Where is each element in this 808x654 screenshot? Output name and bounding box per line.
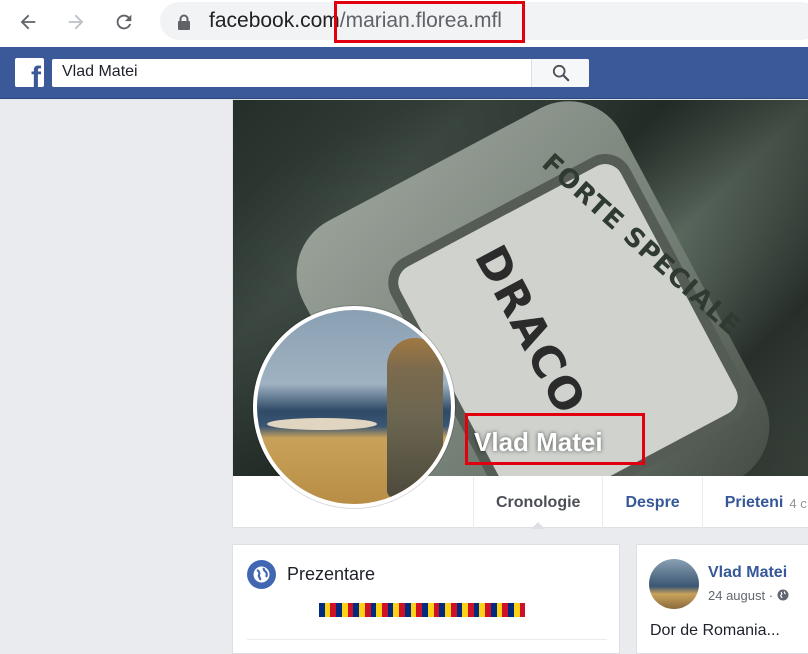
public-globe-icon — [777, 589, 789, 601]
flag-icon — [456, 603, 474, 617]
post-date-text: 24 august · — [708, 588, 777, 603]
flag-icon — [370, 603, 388, 617]
friend-count: 4 c — [789, 495, 807, 511]
profile-header: FORTE SPECIALE DRACO Vlad Matei Cronolog… — [232, 99, 808, 529]
tab-cronologie[interactable]: Cronologie — [473, 477, 602, 529]
flag-icon — [473, 603, 491, 617]
globe-glyph — [253, 566, 270, 583]
intro-title: Prezentare — [287, 564, 376, 584]
profile-name[interactable]: Vlad Matei — [474, 427, 603, 458]
url-highlight-box — [334, 1, 525, 43]
reload-icon — [116, 14, 132, 30]
post-card: Vlad Matei 24 august · Dor de Romania... — [636, 544, 808, 654]
flag-icon — [404, 603, 423, 617]
avatar-soldier — [387, 338, 443, 498]
flag-row — [319, 603, 526, 617]
flag-icon — [336, 603, 354, 617]
facebook-header: f Vlad Matei — [0, 47, 808, 99]
post-date[interactable]: 24 august · — [708, 588, 789, 603]
search-box[interactable]: Vlad Matei — [52, 59, 589, 87]
back-arrow-icon — [20, 14, 36, 30]
flag-icon — [422, 603, 440, 617]
url-domain: facebook.com — [209, 9, 340, 32]
search-icon — [552, 64, 569, 82]
search-input[interactable]: Vlad Matei — [62, 63, 138, 81]
post-author[interactable]: Vlad Matei — [708, 564, 787, 582]
flag-icon — [387, 603, 405, 617]
forward-arrow-icon — [68, 14, 84, 30]
avatar-island — [267, 418, 377, 430]
flag-icon — [353, 603, 371, 617]
flag-icon — [508, 603, 526, 617]
search-button[interactable] — [531, 59, 589, 87]
tab-label: Cronologie — [496, 494, 581, 511]
flag-icon — [319, 603, 337, 617]
tab-label: Prieteni — [724, 494, 784, 511]
post-text: Dor de Romania... — [650, 622, 780, 639]
lock-icon — [178, 14, 190, 30]
tab-label: Despre — [625, 494, 680, 511]
reload-button[interactable] — [110, 8, 138, 36]
browser-toolbar: facebook.com/marian.florea.mfl — [0, 0, 808, 47]
profile-picture[interactable] — [253, 306, 455, 508]
back-button[interactable] — [14, 8, 42, 36]
flag-icon — [490, 603, 509, 617]
profile-tabs: Cronologie Despre Prieteni 4 c — [473, 477, 808, 529]
facebook-logo-letter: f — [31, 61, 41, 88]
tab-prieteni[interactable]: Prieteni 4 c — [701, 477, 808, 529]
tab-despre[interactable]: Despre — [602, 477, 701, 529]
flag-icon — [439, 603, 457, 617]
forward-button[interactable] — [62, 8, 90, 36]
divider — [247, 639, 607, 640]
globe-icon — [247, 560, 276, 589]
intro-card: Prezentare — [232, 544, 620, 654]
facebook-logo[interactable]: f — [15, 58, 44, 87]
post-avatar[interactable] — [649, 559, 699, 609]
